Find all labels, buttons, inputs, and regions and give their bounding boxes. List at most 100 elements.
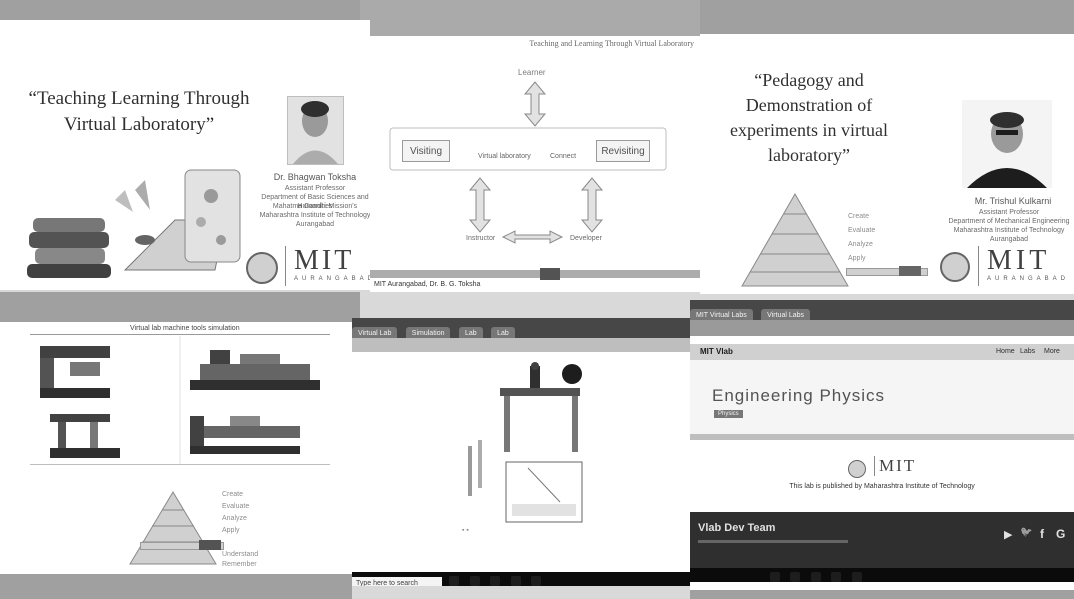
mit-logo-sub: AURANGABAD	[294, 276, 370, 282]
taskbar-app-icon[interactable]	[790, 571, 801, 582]
page-hero: Engineering Physics Physics	[690, 360, 1074, 434]
subject-badge: Physics	[714, 410, 743, 418]
speaker-photo	[287, 96, 344, 165]
site-brand[interactable]: MIT Vlab	[700, 347, 733, 356]
pyramid-slider[interactable]	[140, 540, 224, 550]
developer-label: Developer	[570, 235, 602, 242]
taskbar-app-icon[interactable]	[469, 575, 480, 586]
pyramid-label-analyze: Analyze	[222, 515, 247, 522]
pyramid-label-analyze: Analyze	[848, 241, 873, 248]
panel-header: Virtual lab machine tools simulation	[130, 325, 240, 332]
speaker-photo	[962, 100, 1052, 188]
address-bar[interactable]	[690, 320, 1074, 336]
taskbar-app-icon[interactable]	[510, 575, 521, 586]
speaker-name: Mr. Trishul Kulkarni	[974, 196, 1052, 206]
browser-tabbar: MIT Virtual Labs Virtual Labs	[690, 300, 1074, 323]
slide-footer: MIT Aurangabad, Dr. B. G. Toksha	[374, 281, 481, 288]
top-strip-left	[0, 0, 360, 20]
nav-link-home[interactable]: Home	[996, 348, 1015, 355]
sim-caption-1: ▪ ▪	[462, 527, 469, 534]
pendulum-simulation[interactable]	[460, 362, 590, 542]
header-rule	[30, 334, 330, 335]
pyramid-label-evaluate: Evaluate	[848, 227, 876, 234]
mit-logo: MIT AURANGABAD	[285, 245, 370, 286]
pyramid-label-remember: Remember	[222, 561, 257, 568]
mit-logo: MIT AURANGABAD	[978, 246, 1073, 286]
slide-pedagogy: “Pedagogy and Demonstration of experimen…	[700, 34, 1074, 294]
speaker-line-3: Maharashtra Institute of Technology	[953, 227, 1065, 234]
taskbar-app-icon[interactable]	[851, 571, 862, 582]
facebook-icon[interactable]: f	[1040, 527, 1044, 541]
taskbar-app-icon[interactable]	[449, 575, 460, 586]
speaker-line-1: Assistant Professor	[284, 185, 346, 192]
windows-taskbar	[690, 568, 1074, 582]
pyramid-label-evaluate: Evaluate	[222, 503, 250, 510]
bottom-strip-right	[690, 590, 1074, 599]
site-footer: Vlab Dev Team ▶ 🐦 f G	[690, 512, 1074, 568]
blooms-pyramid	[129, 491, 217, 565]
browser-tabbar: Virtual Lab Simulation Lab Lab	[352, 318, 690, 341]
pyramid-label-create: Create	[848, 213, 870, 220]
books-laptop-illustration	[27, 169, 241, 278]
google-icon[interactable]: G	[1056, 527, 1065, 541]
mgm-seal-icon	[246, 252, 278, 284]
learner-label: Learner	[518, 68, 546, 77]
taskbar-app-icon[interactable]	[831, 571, 842, 582]
speaker-line-3: Mahatma Gandhi Mission's	[272, 203, 358, 210]
video-progress-bar[interactable]	[370, 268, 700, 280]
speaker-line-4: Aurangabad	[989, 236, 1029, 243]
mit-logo-text: MIT	[987, 245, 1051, 276]
instructor-label: Instructor	[466, 235, 496, 242]
revisiting-box: Revisiting	[596, 140, 650, 162]
speaker-name: Dr. Bhagwan Toksha	[273, 172, 357, 182]
machine-tools-illustration	[40, 336, 320, 464]
slide-teaching-learning: “Teaching Learning Through Virtual Labor…	[0, 20, 370, 290]
page-title: Engineering Physics	[712, 386, 886, 405]
hero-bottom-rule	[690, 434, 1074, 440]
address-bar[interactable]	[352, 338, 690, 352]
site-navbar: MIT Vlab Home Labs More	[690, 344, 1074, 360]
top-strip-center	[360, 0, 700, 36]
slide-virtual-lab-diagram: Teaching and Learning Through Virtual La…	[370, 36, 700, 292]
youtube-icon[interactable]: ▶	[1004, 528, 1012, 541]
pyramid-label-create: Create	[222, 491, 244, 498]
slide-title: “Teaching Learning Through Virtual Labor…	[28, 88, 250, 135]
speaker-line-4: Maharashtra Institute of Technology	[259, 212, 370, 219]
taskbar-app-icon[interactable]	[810, 571, 821, 582]
nav-link-labs[interactable]: Labs	[1020, 348, 1035, 355]
mit-logo-text: MIT	[294, 245, 355, 276]
pyramid-slider[interactable]	[846, 266, 928, 276]
twitter-icon[interactable]: 🐦	[1020, 527, 1032, 538]
panel-machine-tools: Virtual lab machine tools simulation Cre…	[0, 322, 352, 574]
footer-line	[698, 540, 848, 543]
connect-label: Connect	[550, 153, 577, 160]
middle-strip-left	[0, 292, 360, 322]
published-by: This lab is published by Maharashtra Ins…	[789, 483, 975, 490]
speaker-line-2: Department of Mechanical Engineering	[948, 218, 1070, 225]
mgm-seal-icon	[848, 460, 866, 478]
panel-engineering-physics: MIT Virtual Labs Virtual Labs MIT Vlab H…	[690, 300, 1074, 590]
taskbar-search[interactable]: Type here to search	[352, 577, 442, 586]
taskbar-app-icon[interactable]	[531, 575, 542, 586]
taskbar-app-icon[interactable]	[770, 571, 780, 582]
mit-logo-text: MIT	[874, 456, 916, 476]
taskbar-app-icon[interactable]	[490, 575, 501, 586]
team-label: Vlab Dev Team	[698, 522, 776, 534]
top-strip-right	[700, 0, 1074, 34]
virtual-lab-label: Virtual laboratory	[478, 153, 531, 160]
pyramid-label-apply: Apply	[848, 255, 866, 262]
mgm-seal-icon	[940, 252, 970, 282]
slide-title: “Pedagogy and Demonstration of experimen…	[730, 70, 888, 165]
pyramid-label-understand: Understand	[222, 551, 259, 558]
mit-logo-sub: AURANGABAD	[987, 276, 1070, 282]
pyramid-label-apply: Apply	[222, 527, 240, 534]
nav-link-more[interactable]: More	[1044, 348, 1060, 355]
bottom-strip	[0, 574, 352, 599]
divider	[30, 464, 330, 465]
panel-browser-simulation: Virtual Lab Simulation Lab Lab ▪ ▪ Type …	[352, 318, 690, 586]
windows-taskbar: Type here to search	[352, 572, 690, 586]
speaker-line-1: Assistant Professor	[978, 209, 1040, 216]
speaker-line-5: Aurangabad	[295, 221, 335, 228]
visiting-box: Visiting	[402, 140, 450, 162]
blooms-pyramid	[741, 192, 849, 287]
